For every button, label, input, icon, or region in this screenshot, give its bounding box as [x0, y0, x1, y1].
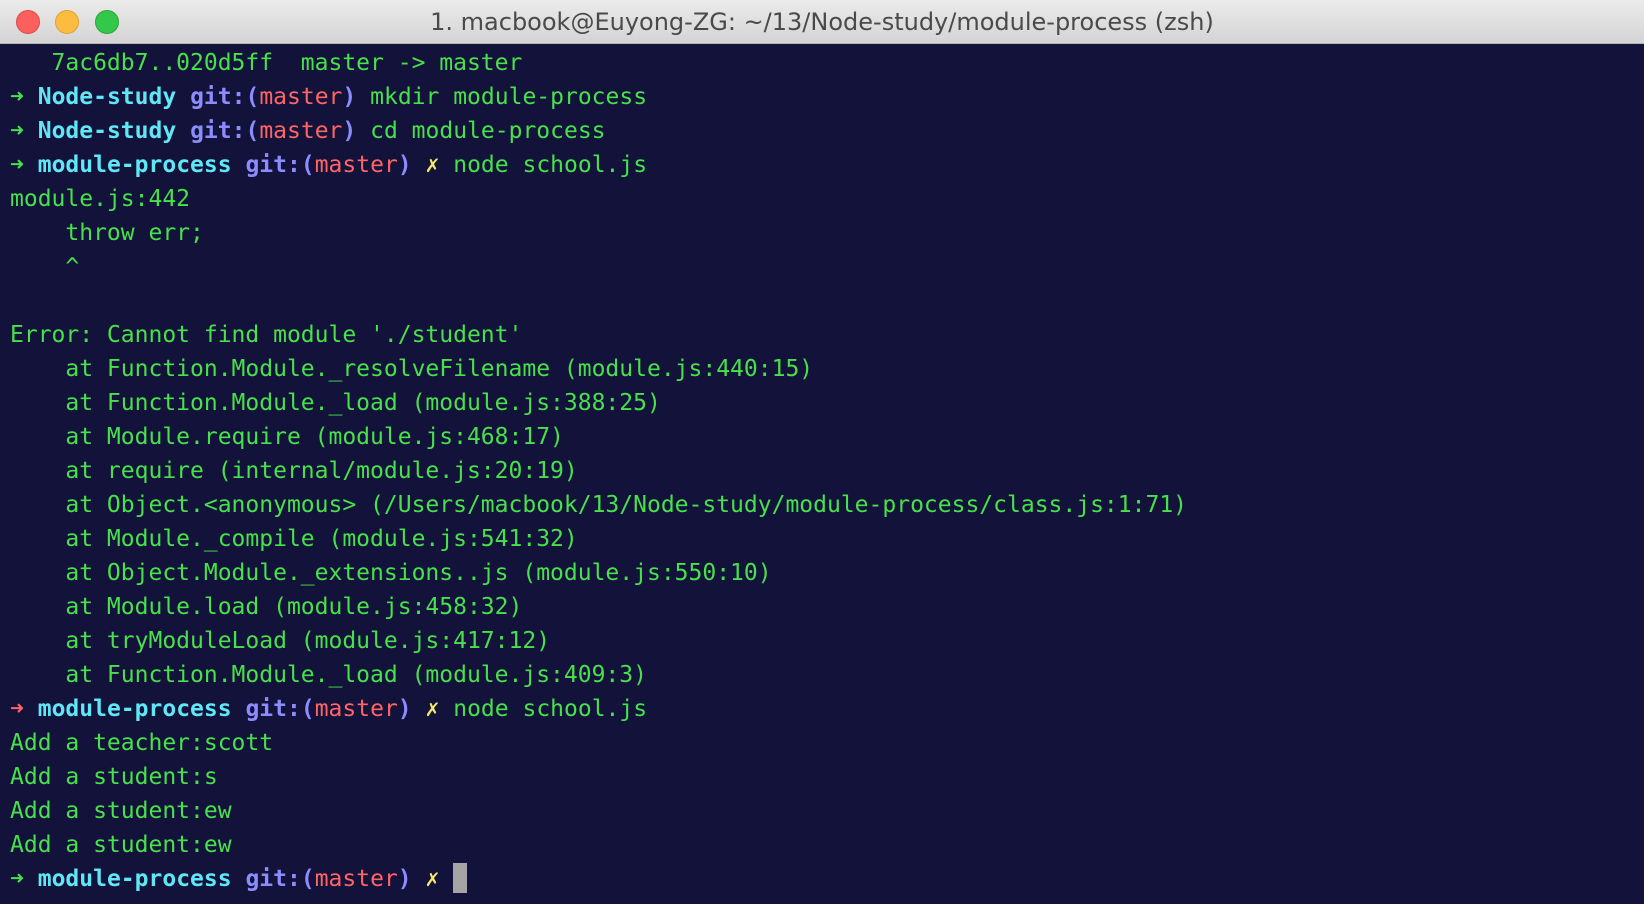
prompt-git-suffix: ): [342, 118, 357, 144]
output-line: Add a student:ew: [10, 798, 232, 824]
prompt-git-branch: master: [259, 118, 343, 144]
prompt-directory: Node-study: [37, 84, 177, 110]
prompt-git-branch: master: [314, 866, 398, 892]
output-line: throw err;: [10, 220, 204, 246]
git-dirty-icon: ✗: [425, 152, 440, 178]
prompt-directory: Node-study: [37, 118, 177, 144]
prompt-arrow-icon: ➜: [10, 696, 24, 722]
prompt-git-prefix: git:(: [245, 696, 315, 722]
prompt-git-suffix: ): [397, 152, 412, 178]
output-line: at Object.Module._extensions..js (module…: [10, 560, 772, 586]
prompt-command: cd module-process: [370, 118, 606, 144]
prompt-arrow-icon: ➜: [10, 866, 24, 892]
prompt-line: ➜ Node-study git:(master) mkdir module-p…: [10, 80, 1644, 114]
output-line: at Function.Module._resolveFilename (mod…: [10, 356, 814, 382]
git-dirty-icon: ✗: [425, 866, 440, 892]
output-line: Add a student:ew: [10, 832, 232, 858]
prompt-arrow-icon: ➜: [10, 152, 24, 178]
output-line: at Module.load (module.js:458:32): [10, 594, 523, 620]
prompt-line: ➜ module-process git:(master) ✗ node sch…: [10, 148, 1644, 182]
prompt-git-prefix: git:(: [245, 152, 315, 178]
output-line: at Function.Module._load (module.js:409:…: [10, 662, 647, 688]
prompt-line: ➜ Node-study git:(master) cd module-proc…: [10, 114, 1644, 148]
prompt-git-prefix: git:(: [190, 118, 260, 144]
prompt-directory: module-process: [37, 152, 232, 178]
git-dirty-icon: ✗: [425, 696, 440, 722]
prompt-line: ➜ module-process git:(master) ✗: [10, 862, 1644, 896]
output-line: at require (internal/module.js:20:19): [10, 458, 578, 484]
prompt-command: node school.js: [453, 696, 648, 722]
output-line: at Function.Module._load (module.js:388:…: [10, 390, 661, 416]
output-line: 7ac6db7..020d5ff master -> master: [10, 50, 523, 76]
prompt-git-branch: master: [314, 152, 398, 178]
prompt-git-suffix: ): [397, 866, 412, 892]
prompt-git-suffix: ): [342, 84, 357, 110]
terminal-content[interactable]: 7ac6db7..020d5ff master -> master ➜ Node-…: [0, 44, 1644, 904]
terminal-cursor: [453, 862, 468, 893]
output-line: Add a student:s: [10, 764, 218, 790]
prompt-arrow-icon: ➜: [10, 118, 24, 144]
prompt-git-branch: master: [259, 84, 343, 110]
output-line: at tryModuleLoad (module.js:417:12): [10, 628, 551, 654]
terminal-window: 1. macbook@Euyong-ZG: ~/13/Node-study/mo…: [0, 0, 1644, 904]
prompt-line: ➜ module-process git:(master) ✗ node sch…: [10, 692, 1644, 726]
prompt-arrow-icon: ➜: [10, 84, 24, 110]
prompt-command: node school.js: [453, 152, 648, 178]
window-title: 1. macbook@Euyong-ZG: ~/13/Node-study/mo…: [430, 8, 1214, 36]
output-line: at Module.require (module.js:468:17): [10, 424, 564, 450]
prompt-git-prefix: git:(: [190, 84, 260, 110]
prompt-directory: module-process: [37, 866, 232, 892]
output-line: at Object.<anonymous> (/Users/macbook/13…: [10, 492, 1188, 518]
prompt-git-branch: master: [314, 696, 398, 722]
output-line: Add a teacher:scott: [10, 730, 274, 756]
prompt-directory: module-process: [37, 696, 232, 722]
output-line: at Module._compile (module.js:541:32): [10, 526, 578, 552]
output-line: Error: Cannot find module './student': [10, 322, 523, 348]
prompt-git-prefix: git:(: [245, 866, 315, 892]
title-bar[interactable]: 1. macbook@Euyong-ZG: ~/13/Node-study/mo…: [0, 0, 1644, 44]
output-line: ^: [10, 254, 80, 280]
prompt-git-suffix: ): [397, 696, 412, 722]
prompt-command: mkdir module-process: [370, 84, 648, 110]
output-line: module.js:442: [10, 186, 191, 212]
